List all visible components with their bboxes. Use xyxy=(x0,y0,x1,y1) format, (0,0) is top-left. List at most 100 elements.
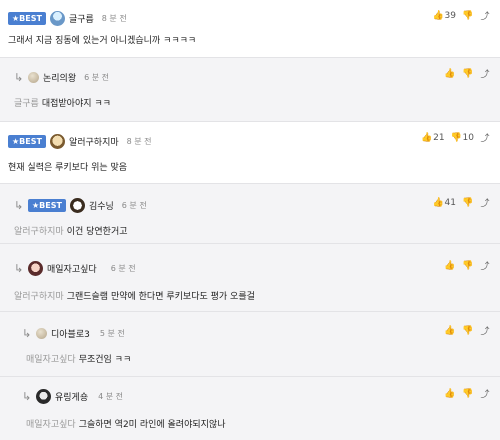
comment-header: ↳ 유링게숑 4 분 전 xyxy=(22,387,123,405)
thumbs-down-icon: 👎 xyxy=(462,388,474,399)
dislike-button[interactable]: 👎 xyxy=(462,69,474,79)
comment-body: 매일자고싶다 그슬하면 역2미 라인에 올려야되지않나 xyxy=(26,417,225,430)
like-button[interactable]: 👍 xyxy=(444,326,456,336)
best-badge: ★BEST xyxy=(28,198,66,212)
best-badge: ★BEST xyxy=(8,134,46,148)
dislike-button[interactable]: 👎 xyxy=(462,11,474,21)
comment-item: ★BEST 알러구하지마 8 분 전 현재 실력은 루키보다 위는 맞음 👍 21… xyxy=(0,121,500,183)
timestamp: 6 분 전 xyxy=(110,263,136,273)
thumbs-down-icon: 👎 xyxy=(462,10,474,21)
like-button[interactable]: 👍 41 xyxy=(433,198,456,208)
thumbs-down-icon: 👎 xyxy=(462,68,474,79)
like-button[interactable]: 👍 39 xyxy=(433,11,456,21)
dislike-button[interactable]: 👎 10 xyxy=(451,133,474,143)
mention[interactable]: 알러구하지마 xyxy=(14,292,64,302)
thumbs-up-icon: 👍 xyxy=(444,325,456,336)
username[interactable]: 알러구하지마 xyxy=(69,135,119,148)
timestamp: 4 분 전 xyxy=(98,391,124,401)
username[interactable]: 논리의왕 xyxy=(43,71,76,84)
share-icon: ⤴ xyxy=(480,390,490,400)
share-button[interactable]: ⤴ xyxy=(480,259,490,272)
share-button[interactable]: ⤴ xyxy=(480,131,490,144)
avatar[interactable] xyxy=(49,133,65,149)
like-button[interactable]: 👍 21 xyxy=(421,133,444,143)
like-button[interactable]: 👍 xyxy=(444,69,456,79)
share-button[interactable]: ⤴ xyxy=(480,387,490,400)
thumbs-down-icon: 👎 xyxy=(462,260,474,271)
share-icon: ⤴ xyxy=(480,199,490,209)
comment-item: ★BEST 글구름 8 분 전 그래서 지금 징동에 있는거 아니겠습니까 ㅋㅋ… xyxy=(0,0,500,57)
avatar[interactable] xyxy=(69,197,85,213)
comment-header: ★BEST 글구름 8 분 전 xyxy=(8,9,127,27)
share-icon: ⤴ xyxy=(480,70,490,80)
timestamp: 6 분 전 xyxy=(121,200,147,210)
timestamp: 6 분 전 xyxy=(84,72,110,82)
dislike-button[interactable]: 👎 xyxy=(462,326,474,336)
reply-arrow-icon: ↳ xyxy=(22,326,32,340)
comment-actions: 👍 41 👎 ⤴ xyxy=(433,196,490,210)
comment-item: ↳ 논리의왕 6 분 전 글구름 대접받아야지 ㅋㅋ 👍 👎 ⤴ xyxy=(0,57,500,121)
comment-header: ★BEST 알러구하지마 8 분 전 xyxy=(8,132,152,150)
mention[interactable]: 매일자고싶다 xyxy=(26,420,76,430)
comment-item: ↳ ★BEST 김수닝 6 분 전 알러구하지마 이건 당연한거고 👍 41 👎 ⤴ xyxy=(0,183,500,243)
username[interactable]: 김수닝 xyxy=(89,199,114,212)
comment-header: ↳ 매일자고싶다 6 분 전 xyxy=(14,259,136,277)
thumbs-up-icon: 👍 xyxy=(444,260,456,271)
username[interactable]: 매일자고싶다 xyxy=(47,262,97,275)
thumbs-up-icon: 👍 xyxy=(444,68,456,79)
avatar[interactable] xyxy=(36,327,47,339)
thumbs-down-icon: 👎 xyxy=(462,325,474,336)
reply-arrow-icon: ↳ xyxy=(22,389,32,403)
dislike-button[interactable]: 👎 xyxy=(462,389,474,399)
mention[interactable]: 글구름 xyxy=(14,99,39,109)
thumbs-up-icon: 👍 xyxy=(421,132,433,143)
share-button[interactable]: ⤴ xyxy=(480,67,490,80)
comment-text: 무조건임 ㅋㅋ xyxy=(78,355,132,365)
comment-item: ↳ 매일자고싶다 6 분 전 알러구하지마 그랜드슬램 만약에 한다면 루키보다도… xyxy=(0,243,500,311)
comment-body: 알러구하지마 이건 당연한거고 xyxy=(14,224,128,237)
username[interactable]: 글구름 xyxy=(69,12,94,25)
dislike-count: 10 xyxy=(462,132,474,143)
share-icon: ⤴ xyxy=(480,262,490,272)
comment-body: 그래서 지금 징동에 있는거 아니겠습니까 ㅋㅋㅋㅋ xyxy=(8,33,196,46)
share-button[interactable]: ⤴ xyxy=(480,9,490,22)
comment-text: 이건 당연한거고 xyxy=(66,227,128,237)
comment-text: 그슬하면 역2미 라인에 올려야되지않나 xyxy=(78,420,226,430)
avatar[interactable] xyxy=(28,71,39,83)
best-badge: ★BEST xyxy=(8,11,46,25)
share-button[interactable]: ⤴ xyxy=(480,196,490,209)
username[interactable]: 유링게숑 xyxy=(55,390,88,403)
comment-body: 현재 실력은 루키보다 위는 맞음 xyxy=(8,160,127,173)
like-button[interactable]: 👍 xyxy=(444,389,456,399)
mention[interactable]: 매일자고싶다 xyxy=(26,355,76,365)
share-icon: ⤴ xyxy=(480,327,490,337)
dislike-button[interactable]: 👎 xyxy=(462,198,474,208)
avatar[interactable] xyxy=(49,10,65,26)
comment-item: ↳ 디아블로3 5 분 전 매일자고싶다 무조건임 ㅋㅋ 👍 👎 ⤴ xyxy=(0,311,500,376)
reply-arrow-icon: ↳ xyxy=(14,198,24,212)
share-icon: ⤴ xyxy=(480,12,490,22)
comment-text: 그랜드슬램 만약에 한다면 루키보다도 평가 오를걸 xyxy=(66,292,255,302)
comment-body: 매일자고싶다 무조건임 ㅋㅋ xyxy=(26,352,131,365)
thumbs-up-icon: 👍 xyxy=(432,197,444,208)
timestamp: 8 분 전 xyxy=(126,136,152,146)
comment-header: ↳ ★BEST 김수닝 6 분 전 xyxy=(14,196,147,214)
username[interactable]: 디아블로3 xyxy=(51,327,90,340)
like-count: 39 xyxy=(444,10,456,21)
share-button[interactable]: ⤴ xyxy=(480,324,490,337)
thumbs-down-icon: 👎 xyxy=(462,197,474,208)
comment-header: ↳ 디아블로3 5 분 전 xyxy=(22,324,125,342)
comment-actions: 👍 39 👎 ⤴ xyxy=(433,9,490,23)
avatar[interactable] xyxy=(28,260,43,276)
avatar[interactable] xyxy=(36,388,51,404)
comment-text: 그래서 지금 징동에 있는거 아니겠습니까 ㅋㅋㅋㅋ xyxy=(8,36,197,46)
dislike-button[interactable]: 👎 xyxy=(462,261,474,271)
comment-actions: 👍 21 👎 10 ⤴ xyxy=(421,131,490,145)
like-button[interactable]: 👍 xyxy=(444,261,456,271)
reply-arrow-icon: ↳ xyxy=(14,70,24,84)
thumbs-down-icon: 👎 xyxy=(450,132,462,143)
mention[interactable]: 알러구하지마 xyxy=(14,227,64,237)
comment-text: 대접받아야지 ㅋㅋ xyxy=(41,99,111,109)
thumbs-up-icon: 👍 xyxy=(444,388,456,399)
comment-actions: 👍 👎 ⤴ xyxy=(444,324,490,338)
